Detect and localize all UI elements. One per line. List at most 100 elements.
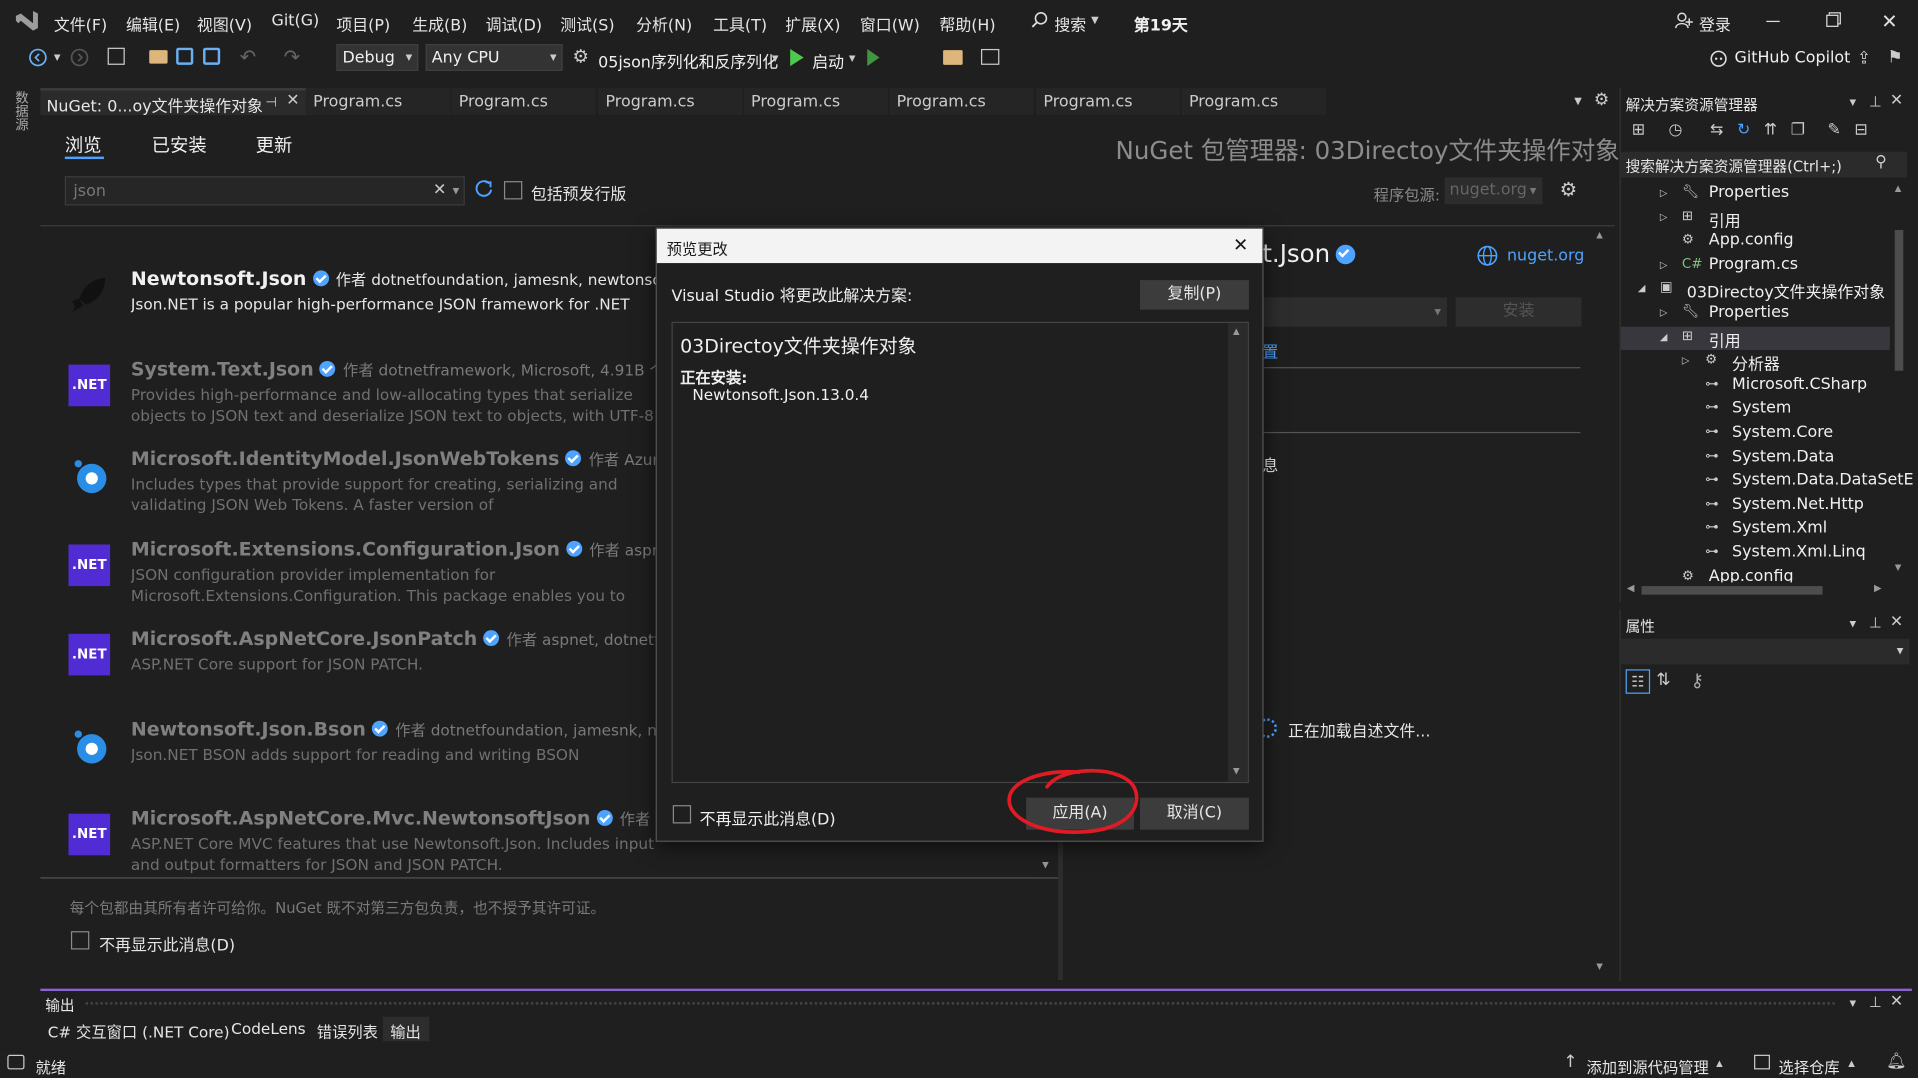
detail-scrollbar[interactable]: ▲ ▼ <box>1591 228 1611 981</box>
upload-arrow-icon[interactable]: ↑ <box>1563 1052 1577 1072</box>
refresh-icon[interactable] <box>473 179 494 200</box>
tab-program-cs[interactable]: Program.cs <box>598 88 743 116</box>
expander-icon[interactable]: ◢ <box>1638 283 1646 294</box>
menu-item[interactable]: 测试(S) <box>560 12 614 35</box>
scroll-up-icon[interactable]: ▲ <box>1233 327 1240 337</box>
expander-icon[interactable]: ▷ <box>1660 187 1668 198</box>
share-icon[interactable]: ⇪ <box>1857 49 1871 69</box>
tree-hscrollbar[interactable]: ◀ ▶ <box>1624 581 1888 598</box>
output-tab[interactable]: 输出 <box>382 1016 430 1042</box>
sync-icon[interactable]: ⇆ <box>1710 121 1723 139</box>
wrench-icon[interactable]: ✎ <box>1827 121 1840 139</box>
menu-item[interactable]: 窗口(W) <box>860 12 920 35</box>
pin-icon[interactable]: ⊣ <box>265 94 277 110</box>
tab-program-cs[interactable]: Program.cs <box>889 88 1034 116</box>
package-row[interactable]: Newtonsoft.Json.Bson 作者 dotnetfoundation, … <box>42 717 704 805</box>
copilot-icon[interactable] <box>1709 48 1729 68</box>
scroll-down-icon[interactable]: ▼ <box>1895 563 1902 573</box>
tree-item[interactable]: System.Core <box>1732 423 1833 441</box>
tab-program-cs[interactable]: Program.cs <box>451 88 596 116</box>
prerelease-checkbox[interactable] <box>503 181 523 200</box>
expander-icon[interactable]: ◢ <box>1660 331 1668 342</box>
repo-icon[interactable] <box>1754 1054 1770 1070</box>
menu-item[interactable]: 调试(D) <box>486 12 542 35</box>
pin-icon[interactable]: ⊥ <box>1869 614 1882 631</box>
tree-item[interactable]: 分析器 <box>1732 351 1780 374</box>
scroll-thumb[interactable] <box>1641 586 1823 595</box>
config-dropdown[interactable]: Debug ▼ <box>336 44 419 71</box>
notifications-bell-icon[interactable]: 🔔︎ <box>1886 1052 1906 1070</box>
clear-search-icon[interactable]: ✕ <box>433 181 446 199</box>
dialog-dont-show-checkbox[interactable] <box>672 805 692 824</box>
menu-item[interactable]: 帮助(H) <box>939 12 995 35</box>
dialog-close-icon[interactable]: ✕ <box>1233 234 1248 256</box>
refresh-icon[interactable]: ↻ <box>1737 121 1750 139</box>
package-row[interactable]: Newtonsoft.Json 作者 dotnetfoundation, james… <box>42 267 707 355</box>
gear-icon[interactable]: ⚙ <box>1594 91 1609 111</box>
tree-item[interactable]: Properties <box>1709 184 1789 202</box>
data-sources-tab[interactable]: 数据源 <box>11 91 29 131</box>
forward-icon[interactable] <box>70 48 90 68</box>
back-icon[interactable] <box>28 48 48 68</box>
close-icon[interactable]: ✕ <box>1890 613 1903 631</box>
output-tab[interactable]: C# 交互窗口 (.NET Core) <box>40 1017 230 1041</box>
collapse-icon[interactable]: ⇈ <box>1764 121 1777 139</box>
changes-scrollbar[interactable]: ▲ ▼ <box>1228 323 1248 782</box>
menu-item[interactable]: 分析(N) <box>636 12 692 35</box>
switch-views-icon[interactable]: ⊞ <box>1632 121 1645 139</box>
tree-item[interactable]: Properties <box>1709 303 1789 321</box>
menu-item[interactable]: Git(G) <box>272 12 320 30</box>
close-icon[interactable]: ✕ <box>1881 10 1897 33</box>
install-button[interactable]: 安装 <box>1455 297 1582 327</box>
maximize-icon[interactable] <box>1826 14 1839 27</box>
undo-icon[interactable]: ↶ <box>240 45 256 68</box>
chevron-down-icon[interactable]: ▼ <box>54 53 61 63</box>
package-row[interactable]: Microsoft.IdentityModel.JsonWebTokens作者A… <box>42 447 717 535</box>
scroll-up-icon[interactable]: ▲ <box>1895 184 1902 194</box>
layout-icon[interactable] <box>981 48 1000 65</box>
expander-icon[interactable]: ▷ <box>1660 211 1668 222</box>
tree-item[interactable]: 引用 <box>1709 208 1741 230</box>
preview-icon[interactable]: ⊟ <box>1854 121 1867 139</box>
tab-program-cs[interactable]: Program.cs <box>305 88 451 116</box>
tree-item[interactable]: Microsoft.CSharp <box>1732 375 1867 393</box>
tree-item[interactable]: System.Xml <box>1732 519 1827 537</box>
tab-program-cs[interactable]: Program.cs <box>743 88 889 116</box>
minimize-icon[interactable] <box>1766 20 1780 23</box>
copy-button[interactable]: 复制(P) <box>1140 280 1249 310</box>
chevron-down-icon[interactable]: ▼ <box>1849 619 1856 629</box>
copy-icon[interactable]: ❐ <box>1791 121 1805 139</box>
tree-vscrollbar[interactable]: ▲ ▼ <box>1891 181 1908 580</box>
start-without-debug-icon[interactable] <box>867 48 880 67</box>
package-row[interactable]: .NET Microsoft.AspNetCore.Mvc.NewtonsoftJ… <box>42 806 727 894</box>
package-row[interactable]: .NET Microsoft.Extensions.Configuration.J… <box>42 537 721 625</box>
settings-gear-icon[interactable]: ⚙ <box>1560 177 1578 200</box>
properties-object-dropdown[interactable]: ▼ <box>1620 638 1910 665</box>
scroll-down-icon[interactable]: ▼ <box>1596 962 1603 972</box>
solution-search-input[interactable]: 搜索解决方案资源管理器(Ctrl+;) ⚲ <box>1620 151 1907 178</box>
close-icon[interactable]: ✕ <box>1890 992 1903 1010</box>
source-dropdown[interactable]: nuget.org ▼ <box>1444 177 1543 205</box>
start-debug-icon[interactable] <box>790 48 804 67</box>
github-copilot-button[interactable]: GitHub Copilot <box>1734 49 1850 67</box>
history-icon[interactable]: ◷ <box>1668 121 1682 139</box>
scroll-down-icon[interactable]: ▼ <box>1233 766 1240 776</box>
package-row[interactable]: .NET System.Text.Json 作者 dotnetframework, M… <box>42 357 695 445</box>
new-project-icon[interactable] <box>107 47 125 65</box>
start-button[interactable]: 启动 <box>812 49 844 72</box>
version-dropdown[interactable]: ▼ <box>1262 297 1448 327</box>
close-tab-icon[interactable]: ✕ <box>286 92 299 110</box>
open-folder-icon[interactable] <box>149 50 168 64</box>
menu-item[interactable]: 编辑(E) <box>126 12 180 35</box>
scroll-thumb[interactable] <box>1894 230 1904 371</box>
menu-item[interactable]: 工具(T) <box>713 12 767 35</box>
output-tab[interactable]: CodeLens <box>224 1017 310 1041</box>
nuget-tab-browse[interactable]: 浏览 <box>65 132 102 158</box>
menu-item[interactable]: 项目(P) <box>336 12 390 35</box>
scroll-right-icon[interactable]: ▶ <box>1874 582 1882 593</box>
add-source-control-button[interactable]: 添加到源代码管理 <box>1586 1055 1708 1078</box>
property-pages-icon[interactable]: ⚷ <box>1690 669 1703 691</box>
scroll-up-icon[interactable]: ▲ <box>1596 230 1603 240</box>
nuget-tab-updates[interactable]: 更新 <box>256 132 293 158</box>
pin-icon[interactable]: ⊥ <box>1869 93 1882 110</box>
